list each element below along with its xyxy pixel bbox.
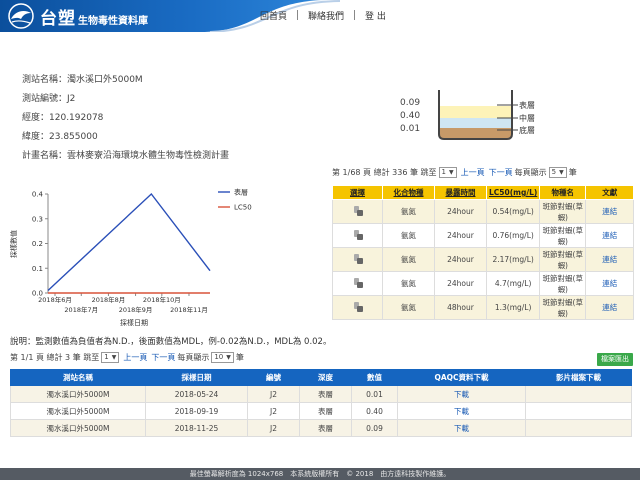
nav-home-link[interactable]: 回首頁 [250,9,297,22]
depth-value-bottom: 0.01 [400,124,421,134]
samples-table: 測站名稱 採樣日期 編號 深度 數值 QAQC資料下載 影片檔案下載 濁水溪口外… [10,369,632,437]
table-row: 濁水溪口外5000M 2018-11-25 J2 表層 0.09 下載 [10,419,632,437]
depth-label-surface: 表層 [519,100,535,110]
pager-summary: 第 1/1 頁 總計 3 筆 跳至 [10,353,100,362]
compare-icon[interactable] [353,229,363,240]
chevron-down-icon: ▼ [226,354,231,361]
info-latitude: 緯度：23.855000 [22,132,98,142]
per-page-label: 每頁顯示 [177,353,210,362]
chevron-down-icon: ▼ [559,169,564,176]
col-reference: 文獻 [585,185,635,200]
info-longitude: 經度：120.192078 [22,113,104,123]
chart-x-tick-label: 2018年8月 [92,295,126,304]
info-project-name: 計畫名稱：雲林麥寮沿海環境水體生物毒性檢測計畫 [22,151,230,161]
info-station-name: 測站名稱：濁水溪口外5000M [22,75,143,85]
logo-title: 台塑 [40,8,76,29]
table-row: 氨氮 48hour 1.3(mg/L) 斑節對蝦(草蝦) 連結 [332,295,635,320]
export-file-button[interactable]: 檔案匯出 [597,353,633,366]
depth-label-middle: 中層 [519,113,535,123]
per-page-unit: 筆 [568,168,577,177]
reference-link[interactable]: 連結 [585,199,635,224]
per-page-select[interactable]: 5 ▼ [548,167,567,178]
col-value: 數值 [351,369,398,386]
col-lc50: LC50(mg/L) [485,185,541,200]
depth-label-bottom: 底層 [519,125,535,135]
chevron-down-icon: ▼ [111,354,117,361]
col-qaqc: QAQC資料下載 [397,369,526,386]
prev-page-link[interactable]: 上一頁 [461,167,485,178]
reference-link[interactable]: 連結 [585,271,635,296]
depth-values: 0.09 0.40 0.01 [400,98,420,137]
col-exposure-time: 暴露時間 [434,185,487,200]
site-footer: 最佳螢幕解析度為 1024x768 本系統版權所有 © 2018 由方遠科技製作… [0,468,640,480]
col-compound: 化合物種 [382,185,435,200]
chart-y-tick-label: 0.3 [32,215,43,223]
chart-y-tick-label: 0.2 [32,240,43,248]
table-row: 氨氮 24hour 2.17(mg/L) 斑節對蝦(草蝦) 連結 [332,247,635,272]
compare-icon[interactable] [353,301,363,312]
col-species: 物種名 [539,185,587,200]
water-depth-diagram: 表層 中層 底層 [438,90,535,140]
next-page-link[interactable]: 下一頁 [151,352,175,363]
prev-page-link[interactable]: 上一頁 [123,352,147,363]
depth-value-surface: 0.09 [400,98,421,108]
data-note: 說明：監測數值為負值者為N.D.，後面數值為MDL，例-0.02為N.D.，MD… [10,337,332,347]
chart-legend-label: 表層 [234,188,248,197]
col-video: 影片檔案下載 [525,369,632,386]
page-select[interactable]: 1 ▼ [101,352,120,363]
site-logo[interactable]: 台塑 生物毒性資料庫 [6,2,148,30]
chart-x-tick-label: 2018年9月 [119,305,153,314]
station-info: 測站名稱：濁水溪口外5000M 測站編號：J2 經度：120.192078 緯度… [22,72,229,167]
col-date: 採樣日期 [145,369,248,386]
compare-icon[interactable] [353,253,363,264]
chart-x-tick-label: 2018年6月 [38,295,72,304]
col-id: 編號 [247,369,300,386]
compare-icon[interactable] [353,205,363,216]
per-page-label: 每頁顯示 [514,168,547,177]
qaqc-download-link[interactable]: 下載 [397,419,526,437]
table-row: 濁水溪口外5000M 2018-05-24 J2 表層 0.01 下載 [10,385,632,403]
nav-contact-link[interactable]: 聯絡我們 [298,9,354,22]
top-nav: 回首頁 聯絡我們 登 出 [250,8,396,22]
compare-icon[interactable] [353,277,363,288]
chart-y-axis-label: 採樣數值 [9,230,18,258]
samples-pager: 第 1/1 頁 總計 3 筆 跳至 1 ▼ 上一頁 下一頁 每頁顯示 10 ▼ 筆 [10,352,244,363]
toxicity-results-table: 選擇 化合物種 暴露時間 LC50(mg/L) 物種名 文獻 氨氮 24hour… [332,185,635,320]
table-row: 氨氮 24hour 0.76(mg/L) 斑節對蝦(草蝦) 連結 [332,223,635,248]
chart-x-tick-label: 2018年10月 [143,295,181,304]
dolphin-logo-icon [8,3,34,29]
next-page-link[interactable]: 下一頁 [489,167,513,178]
site-header: 台塑 生物毒性資料庫 回首頁 聯絡我們 登 出 [0,0,640,32]
chart-x-tick-label: 2018年11月 [170,305,208,314]
chart-x-tick-label: 2018年7月 [64,305,98,314]
chart-legend-label: LC50 [234,204,252,212]
depth-value-middle: 0.40 [400,111,421,121]
info-station-id: 測站編號：J2 [22,94,76,104]
sampling-line-chart: 0.40.30.20.10.0 2018年6月 2018年8月 2018年10月20… [9,188,252,328]
pager-summary: 第 1/68 頁 總計 336 筆 跳至 [332,168,437,177]
results-pager: 第 1/68 頁 總計 336 筆 跳至 1 ▼ 上一頁 下一頁 每頁顯示 5 ▼ … [332,167,577,178]
chart-x-axis-label: 採樣日期 [120,318,148,327]
col-depth: 深度 [299,369,352,386]
logo-subtitle: 生物毒性資料庫 [78,15,148,27]
chart-series-line-surface [47,192,211,292]
col-station: 測站名稱 [10,369,146,386]
per-page-select[interactable]: 10 ▼ [211,352,234,363]
chart-y-tick-label: 0.4 [32,191,44,199]
page-select[interactable]: 1 ▼ [438,167,457,178]
table-row: 氨氮 24hour 4.7(mg/L) 斑節對蝦(草蝦) 連結 [332,271,635,296]
table-row: 濁水溪口外5000M 2018-09-19 J2 表層 0.40 下載 [10,402,632,420]
per-page-unit: 筆 [235,353,244,362]
chart-y-tick-label: 0.1 [32,265,43,273]
reference-link[interactable]: 連結 [585,247,635,272]
table-row: 氨氮 24hour 0.54(mg/L) 斑節對蝦(草蝦) 連結 [332,199,635,224]
qaqc-download-link[interactable]: 下載 [397,385,526,403]
col-select: 選擇 [332,185,383,200]
reference-link[interactable]: 連結 [585,223,635,248]
reference-link[interactable]: 連結 [585,295,635,320]
qaqc-download-link[interactable]: 下載 [397,402,526,420]
chevron-down-icon: ▼ [448,169,454,176]
nav-logout-link[interactable]: 登 出 [355,9,396,22]
